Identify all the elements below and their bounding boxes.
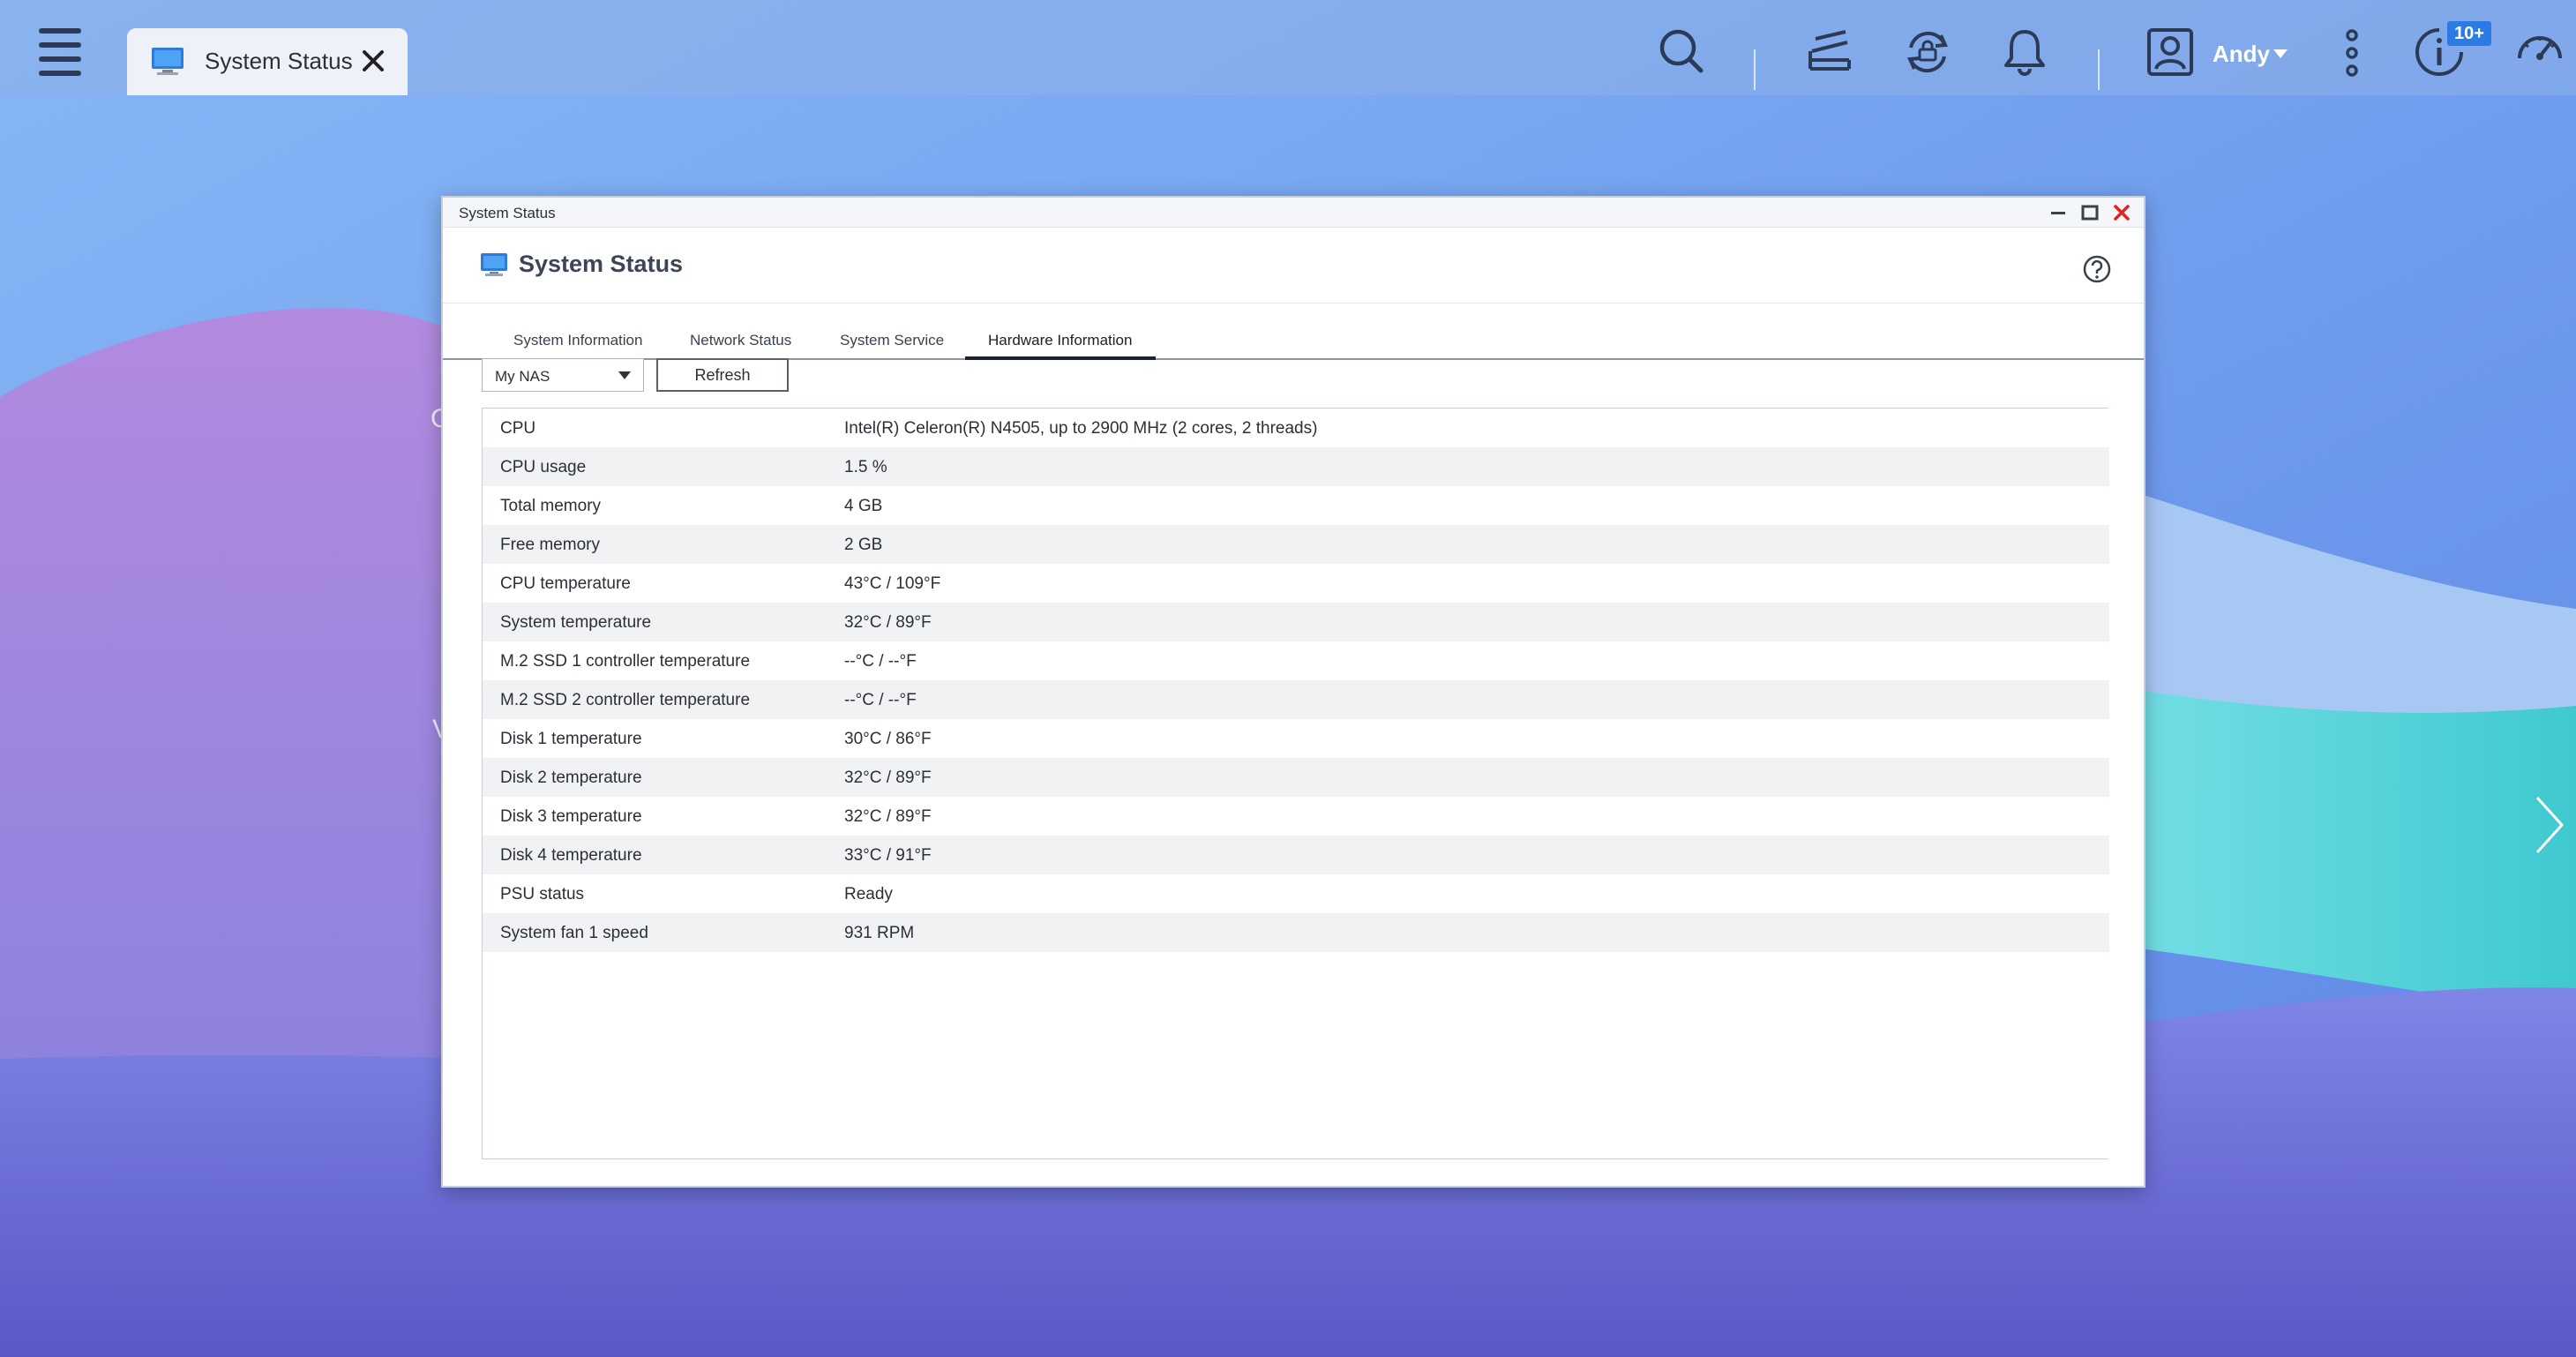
row-value: 30°C / 86°F — [844, 730, 932, 748]
active-tab-indicator — [965, 356, 1156, 360]
row-value: 931 RPM — [844, 924, 915, 942]
window-header: System Status — [443, 228, 2144, 304]
app-tab-system-status[interactable]: System Status — [127, 28, 408, 95]
chevron-down-icon[interactable] — [2273, 48, 2288, 60]
row-label: CPU temperature — [500, 574, 631, 593]
row-label: M.2 SSD 1 controller temperature — [500, 652, 751, 671]
search-icon[interactable] — [1657, 26, 1704, 74]
close-icon[interactable] — [2110, 201, 2133, 224]
monitor-icon — [481, 253, 507, 276]
table-row[interactable]: CPU temperature 43°C / 109°F — [483, 564, 2109, 603]
hamburger-menu-icon[interactable] — [37, 26, 86, 76]
row-value: --°C / --°F — [844, 691, 917, 709]
row-label: Disk 4 temperature — [500, 846, 642, 865]
row-value: 1.5 % — [844, 458, 887, 476]
bell-icon[interactable] — [2001, 26, 2048, 76]
top-bar: System Status Andy 10+ — [0, 0, 2576, 95]
row-label: PSU status — [500, 885, 585, 903]
row-label: Disk 3 temperature — [500, 807, 642, 826]
maximize-icon[interactable] — [2078, 201, 2101, 224]
table-row[interactable]: System temperature 32°C / 89°F — [483, 603, 2109, 641]
row-label: System temperature — [500, 613, 652, 632]
row-value: 4 GB — [844, 497, 883, 515]
hardware-info-table: CPU Intel(R) Celeron(R) N4505, up to 2900… — [482, 408, 2109, 1159]
dashboard-gauge-icon[interactable] — [2514, 26, 2565, 78]
notification-badge: 10+ — [2447, 21, 2491, 46]
row-value: 2 GB — [844, 536, 883, 554]
table-row[interactable]: Disk 2 temperature 32°C / 89°F — [483, 758, 2109, 797]
table-row[interactable]: CPU Intel(R) Celeron(R) N4505, up to 2900… — [483, 409, 2109, 447]
tab-system-service[interactable]: System Service — [840, 332, 944, 349]
close-icon[interactable] — [358, 46, 388, 76]
app-tab-label: System Status — [205, 48, 353, 74]
row-value: 32°C / 89°F — [844, 613, 932, 632]
toolbar-separator — [2098, 49, 2100, 90]
chevron-right-icon[interactable] — [2532, 794, 2567, 856]
window-title: System Status — [459, 205, 556, 221]
row-label: Disk 2 temperature — [500, 768, 642, 787]
device-select[interactable]: My NAS — [482, 358, 644, 392]
table-row[interactable]: Disk 4 temperature 33°C / 91°F — [483, 836, 2109, 874]
help-icon[interactable] — [2082, 254, 2112, 284]
tab-bar: System Information Network Status System… — [443, 304, 2144, 360]
device-select-value: My NAS — [495, 368, 550, 385]
window-titlebar[interactable]: System Status — [443, 198, 2144, 228]
toolbar-separator — [1754, 49, 1756, 90]
minimize-icon[interactable] — [2047, 201, 2070, 224]
table-row[interactable]: System fan 1 speed 931 RPM — [483, 913, 2109, 952]
table-row[interactable]: PSU status Ready — [483, 874, 2109, 913]
row-label: Total memory — [500, 497, 602, 515]
row-value: 43°C / 109°F — [844, 574, 941, 593]
row-value: Intel(R) Celeron(R) N4505, up to 2900 MH… — [844, 419, 1318, 438]
table-row[interactable]: Disk 1 temperature 30°C / 86°F — [483, 719, 2109, 758]
row-value: 32°C / 89°F — [844, 768, 932, 787]
tab-hardware-information[interactable]: Hardware Information — [988, 332, 1132, 349]
monitor-icon — [152, 48, 183, 75]
more-options-icon[interactable] — [2341, 26, 2363, 79]
row-label: M.2 SSD 2 controller temperature — [500, 691, 751, 709]
row-label: System fan 1 speed — [500, 924, 648, 942]
row-label: CPU — [500, 419, 536, 438]
user-icon[interactable] — [2145, 26, 2195, 78]
refresh-button[interactable]: Refresh — [656, 358, 789, 392]
row-label: Disk 1 temperature — [500, 730, 642, 748]
row-value: 33°C / 91°F — [844, 846, 932, 865]
background-tasks-icon[interactable] — [1805, 26, 1854, 76]
row-value: 32°C / 89°F — [844, 807, 932, 826]
table-row[interactable]: Disk 3 temperature 32°C / 89°F — [483, 797, 2109, 836]
table-row[interactable]: Free memory 2 GB — [483, 525, 2109, 564]
caret-down-icon — [618, 371, 631, 379]
table-row[interactable]: CPU usage 1.5 % — [483, 447, 2109, 486]
row-value: --°C / --°F — [844, 652, 917, 671]
system-status-window: System Status System Status System Infor… — [441, 196, 2145, 1188]
page-title: System Status — [519, 251, 684, 277]
table-row[interactable]: M.2 SSD 1 controller temperature --°C / -… — [483, 641, 2109, 680]
row-label: CPU usage — [500, 458, 587, 476]
table-row[interactable]: Total memory 4 GB — [483, 486, 2109, 525]
sync-icon[interactable] — [1902, 26, 1953, 78]
table-row[interactable]: M.2 SSD 2 controller temperature --°C / -… — [483, 680, 2109, 719]
tab-system-information[interactable]: System Information — [513, 332, 642, 349]
tab-network-status[interactable]: Network Status — [690, 332, 791, 349]
row-value: Ready — [844, 885, 893, 903]
user-name[interactable]: Andy — [2213, 41, 2270, 68]
row-label: Free memory — [500, 536, 600, 554]
